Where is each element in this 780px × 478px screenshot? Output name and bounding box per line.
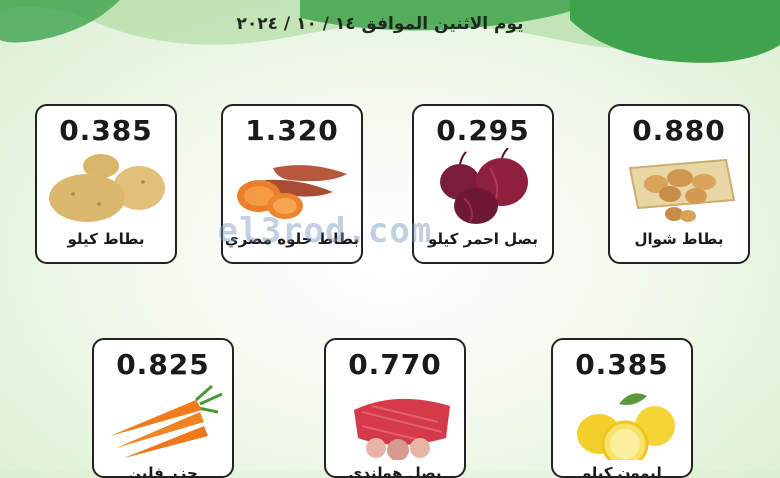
- onion-bag-icon: [354, 398, 450, 460]
- product-price: 0.825: [116, 348, 210, 381]
- product-name: ليمون كيلو: [582, 464, 662, 478]
- product-card[interactable]: 0.880 بطاط شوال: [608, 104, 750, 264]
- product-card[interactable]: 0.385 ليمون كيلو: [551, 338, 693, 478]
- product-price: 0.385: [575, 348, 669, 381]
- product-price: 0.880: [632, 114, 726, 147]
- product-card[interactable]: 0.825 جزر فلين: [92, 338, 234, 478]
- product-card[interactable]: 0.385 بطاط كيلو: [35, 104, 177, 264]
- potato-sack-icon: [628, 158, 736, 222]
- product-name: بطاط شوال: [634, 230, 724, 248]
- carrot-icon: [110, 384, 223, 458]
- watermark: el3rod.com: [217, 211, 433, 251]
- lemon-icon: [577, 393, 675, 460]
- offer-date: يوم الاثنين الموافق ١٤ / ١٠ / ٢٠٢٤: [236, 14, 524, 34]
- product-name: بطاط كيلو: [67, 230, 145, 248]
- product-price: 0.385: [59, 114, 153, 147]
- product-name: بصل هولندي: [348, 464, 442, 478]
- potato-icon: [49, 154, 165, 222]
- product-name: جزر فلين: [128, 464, 198, 478]
- product-price: 1.320: [245, 114, 339, 147]
- product-card[interactable]: 0.770 بصل هولندي: [324, 338, 466, 478]
- product-price: 0.295: [436, 114, 530, 147]
- product-price: 0.770: [348, 348, 442, 381]
